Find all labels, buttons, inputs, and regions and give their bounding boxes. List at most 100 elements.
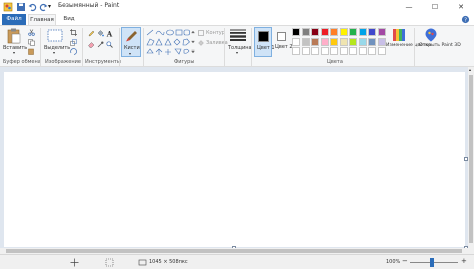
- zoom-out-button[interactable]: −: [402, 257, 408, 265]
- palette-color-swatch[interactable]: [377, 47, 386, 55]
- magnifier-icon[interactable]: [106, 41, 113, 48]
- redo-icon[interactable]: [38, 2, 48, 12]
- color-palette: [292, 28, 392, 58]
- svg-text:A: A: [106, 30, 113, 37]
- brush-icon: [126, 31, 137, 42]
- edit-colors-icon[interactable]: [393, 29, 405, 41]
- palette-color-swatch[interactable]: [330, 28, 338, 36]
- size-dropdown-icon[interactable]: ▾: [236, 50, 238, 55]
- horizontal-scroll-thumb[interactable]: [6, 249, 462, 253]
- select-icon[interactable]: [47, 29, 63, 42]
- palette-color-swatch[interactable]: [377, 28, 386, 36]
- tab-file[interactable]: Файл: [2, 14, 26, 25]
- customize-quick-access-icon[interactable]: ▾: [48, 2, 58, 12]
- separator: [251, 28, 252, 66]
- select-dropdown-icon[interactable]: ▾: [53, 50, 55, 55]
- paint3d-icon[interactable]: [425, 28, 437, 42]
- status-bar: 1045 × 508пкс 100% − +: [0, 254, 474, 269]
- color1-button[interactable]: Цвет 1: [254, 27, 275, 57]
- separator: [119, 28, 120, 66]
- palette-color-swatch[interactable]: [292, 37, 300, 46]
- palette-color-swatch[interactable]: [358, 37, 367, 46]
- shapes-scroll[interactable]: [191, 30, 195, 54]
- palette-color-swatch[interactable]: [368, 28, 376, 36]
- zoom-in-button[interactable]: +: [461, 257, 467, 265]
- size-icon[interactable]: [230, 29, 246, 41]
- tab-view[interactable]: Вид: [60, 14, 78, 25]
- tab-home[interactable]: Главная: [28, 14, 56, 25]
- text-icon[interactable]: A: [106, 30, 113, 37]
- palette-color-swatch[interactable]: [320, 28, 329, 36]
- palette-color-swatch[interactable]: [339, 28, 348, 36]
- palette-color-swatch[interactable]: [292, 28, 300, 36]
- palette-color-swatch[interactable]: [301, 37, 310, 46]
- vertical-scroll-thumb[interactable]: [469, 75, 473, 243]
- rotate-icon[interactable]: [70, 48, 77, 55]
- work-area: ▴: [0, 67, 474, 254]
- close-button[interactable]: ✕: [448, 0, 474, 14]
- svg-text:?: ?: [464, 18, 467, 24]
- size-button[interactable]: Толщина: [228, 45, 252, 51]
- outline-icon[interactable]: [198, 30, 204, 36]
- maximize-button[interactable]: ☐: [422, 0, 448, 14]
- palette-color-swatch[interactable]: [368, 37, 376, 46]
- help-icon[interactable]: ?: [461, 15, 470, 24]
- palette-color-swatch[interactable]: [339, 37, 348, 46]
- clipboard-group-label: Буфер обмена: [3, 59, 41, 65]
- scroll-up-icon[interactable]: ▴: [469, 67, 471, 72]
- ribbon: Вставить ▾ Буфер обмена Выделить ▾ Изобр…: [0, 25, 474, 67]
- fill-icon[interactable]: [97, 30, 104, 37]
- color-picker-icon[interactable]: [97, 41, 104, 48]
- tools-group-label: Инструменты: [85, 59, 121, 65]
- color1-swatch: [258, 31, 269, 42]
- palette-color-swatch[interactable]: [349, 47, 357, 55]
- palette-color-swatch[interactable]: [358, 28, 367, 36]
- paste-icon[interactable]: [7, 28, 21, 44]
- separator: [414, 28, 415, 66]
- zoom-slider-track[interactable]: [410, 262, 458, 263]
- vertical-scrollbar[interactable]: ▴: [468, 67, 474, 254]
- palette-color-swatch[interactable]: [320, 47, 329, 55]
- palette-color-swatch[interactable]: [349, 37, 357, 46]
- paint3d-button[interactable]: Открыть Paint 3D: [419, 43, 461, 48]
- palette-color-swatch[interactable]: [368, 47, 376, 55]
- color2-label: Цвет 2: [275, 44, 293, 50]
- cursor-position-icon: [70, 258, 79, 267]
- cut-icon[interactable]: [28, 29, 35, 36]
- eraser-icon[interactable]: [88, 41, 95, 48]
- crop-icon[interactable]: [70, 29, 77, 36]
- palette-color-swatch[interactable]: [330, 37, 338, 46]
- palette-color-swatch[interactable]: [377, 37, 386, 46]
- zoom-slider-thumb[interactable]: [430, 258, 434, 267]
- palette-color-swatch[interactable]: [330, 47, 338, 55]
- fill-shape-icon[interactable]: [198, 40, 204, 46]
- minimize-button[interactable]: —: [396, 0, 422, 14]
- palette-color-swatch[interactable]: [292, 47, 300, 55]
- palette-color-swatch[interactable]: [339, 47, 348, 55]
- zoom-level: 100%: [386, 259, 401, 265]
- brushes-button[interactable]: Кисти ▾: [121, 27, 141, 57]
- color2-swatch: [277, 32, 286, 41]
- resize-icon[interactable]: [70, 39, 77, 46]
- copy-icon[interactable]: [28, 39, 35, 46]
- palette-color-swatch[interactable]: [320, 37, 329, 46]
- pencil-icon[interactable]: [88, 30, 95, 37]
- paste-dropdown-icon[interactable]: ▾: [13, 50, 15, 55]
- brushes-label: Кисти: [124, 45, 140, 51]
- shapes-gallery[interactable]: [146, 29, 190, 56]
- palette-color-swatch[interactable]: [311, 28, 319, 36]
- paste-special-icon[interactable]: [28, 48, 35, 55]
- save-icon[interactable]: [16, 2, 26, 12]
- select-button[interactable]: Выделить: [44, 45, 70, 51]
- palette-color-swatch[interactable]: [301, 28, 310, 36]
- outline-dropdown[interactable]: Контур: [206, 30, 225, 36]
- paste-button[interactable]: Вставить: [3, 45, 27, 51]
- undo-icon[interactable]: [28, 2, 38, 12]
- palette-color-swatch[interactable]: [311, 37, 319, 46]
- palette-color-swatch[interactable]: [358, 47, 367, 55]
- color2-button[interactable]: Цвет 2: [274, 27, 293, 57]
- palette-color-swatch[interactable]: [349, 28, 357, 36]
- palette-color-swatch[interactable]: [311, 47, 319, 55]
- drawing-canvas[interactable]: [4, 72, 465, 247]
- palette-color-swatch[interactable]: [301, 47, 310, 55]
